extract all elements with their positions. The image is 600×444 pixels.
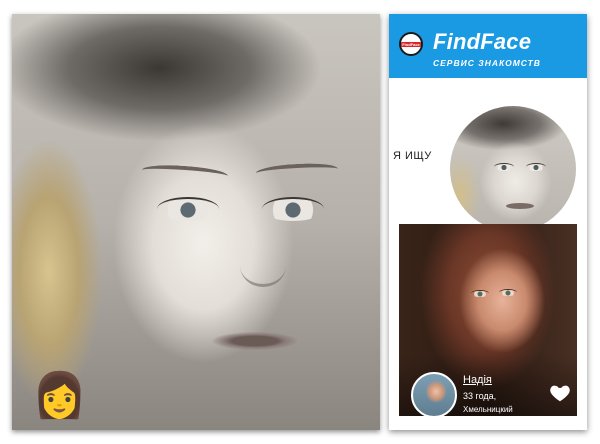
match-result-card[interactable]: Надія 33 года, Хмельницкий	[399, 224, 577, 416]
findface-logo-icon: FindFace	[399, 32, 423, 56]
source-face-photo: 👩	[12, 14, 380, 430]
woman-emoji-icon: 👩	[32, 371, 87, 420]
findface-app-card: FindFace FindFace СЕРВИС ЗНАКОМСТВ Я ИЩУ…	[389, 14, 587, 430]
search-photo-thumbnail[interactable]	[450, 106, 576, 232]
heart-icon[interactable]	[549, 382, 571, 404]
search-label: Я ИЩУ	[393, 150, 432, 162]
match-city: Хмельницкий	[463, 405, 513, 414]
match-age: 33 года,	[463, 391, 497, 401]
left-eye	[157, 197, 219, 221]
right-eye	[262, 197, 324, 221]
match-name-link[interactable]: Надія	[463, 374, 492, 386]
mouth	[212, 332, 298, 350]
brand-tagline: СЕРВИС ЗНАКОМСТВ	[433, 58, 541, 68]
woman-bw-portrait	[12, 14, 380, 430]
match-avatar[interactable]	[411, 372, 457, 416]
nose	[240, 244, 286, 287]
app-header: FindFace FindFace СЕРВИС ЗНАКОМСТВ	[389, 14, 587, 78]
brand-name: FindFace	[433, 29, 532, 54]
